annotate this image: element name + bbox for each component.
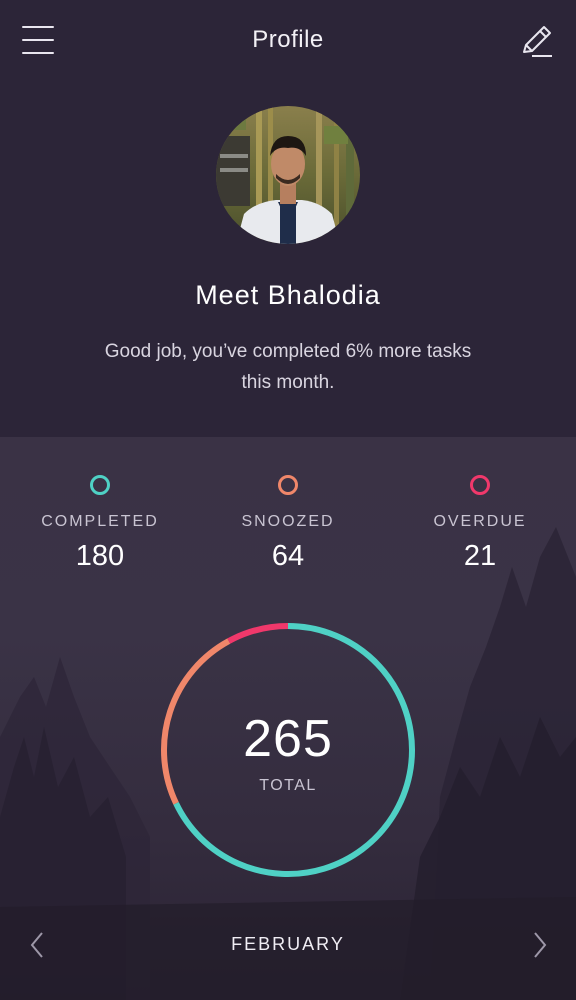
donut-segment-overdue — [227, 623, 289, 644]
overdue-circle-icon — [470, 475, 490, 495]
month-label: FEBRUARY — [231, 934, 345, 954]
total-label: TOTAL — [259, 777, 317, 794]
overdue-value: 21 — [463, 540, 497, 572]
total-value: 265 — [243, 710, 333, 768]
profile-header-section: Profile Meet Bhalodia Good job, you’ve c… — [0, 0, 576, 437]
pencil-edit-icon[interactable] — [518, 22, 556, 60]
completed-value: 180 — [75, 540, 125, 572]
page-title: Profile — [252, 26, 324, 53]
chevron-right-icon[interactable] — [527, 929, 551, 961]
user-name: Meet Bhalodia — [195, 280, 381, 310]
top-bar: Profile — [0, 0, 576, 82]
progress-message: Good job, you’ve completed 6% more tasks… — [104, 341, 472, 393]
stats-section: COMPLETED 180 SNOOZED 64 OVERDUE 21 265 … — [0, 437, 576, 1000]
completed-circle-icon — [90, 475, 110, 495]
snoozed-label: SNOOZED — [241, 513, 335, 530]
avatar[interactable] — [216, 106, 360, 244]
snoozed-value: 64 — [271, 540, 305, 572]
snoozed-circle-icon — [278, 475, 298, 495]
completed-label: COMPLETED — [41, 513, 159, 530]
overdue-label: OVERDUE — [433, 513, 527, 530]
